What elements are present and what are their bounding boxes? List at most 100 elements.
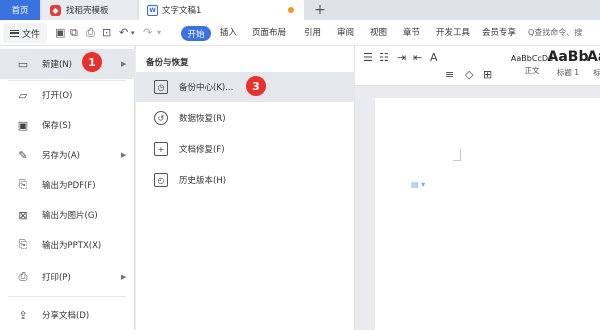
writer-doc-icon: W [147, 4, 158, 16]
print-icon: ⎙ [18, 270, 28, 283]
tab-start[interactable]: 开始 [181, 26, 211, 41]
style-heading-2-sample: Aa [587, 49, 600, 65]
file-menu-item-open[interactable]: ▱ 打开(O) [0, 80, 135, 110]
file-menu-button[interactable]: 文件 [3, 23, 47, 43]
file-menu-item-label: 分享文档(D) [42, 311, 90, 321]
unsaved-dot-icon [288, 7, 294, 13]
indent-icon[interactable]: ⇥ [397, 51, 406, 64]
backup-center-icon: ◷ [154, 80, 168, 94]
file-menu-item-new[interactable]: ▭ 新建(N) ▶ [0, 49, 135, 79]
file-menu-item-label: 输出为PDF(F) [42, 181, 96, 191]
file-menu: ▭ 新建(N) ▶ ▱ 打开(O) ▣ 保存(S) ✎ 另存为(A) ▶ ⎘ 输… [0, 46, 135, 330]
file-menu-item-print[interactable]: ⎙ 打印(P) ▶ [0, 262, 135, 292]
menu-page-layout[interactable]: 页面布局 [252, 26, 286, 40]
file-menu-item-save-as[interactable]: ✎ 另存为(A) ▶ [0, 140, 135, 170]
save-icon[interactable]: ▣ [55, 26, 65, 40]
undo-dropdown-icon[interactable]: ▾ [131, 26, 135, 40]
undo-icon[interactable]: ↶ [119, 26, 128, 40]
share-icon: ⇪ [18, 308, 28, 322]
docer-logo-icon: ◆ [50, 4, 61, 16]
submenu-title: 备份与恢复 [146, 58, 189, 68]
margin-corner-mark [453, 149, 461, 161]
menu-view[interactable]: 视图 [370, 26, 387, 40]
style-heading-1[interactable]: AaBb 标题 1 [543, 49, 593, 83]
border-icon[interactable]: ⊞ [483, 68, 492, 81]
export-icon[interactable]: ⧉ [70, 26, 78, 40]
document-repair-icon: + [154, 142, 168, 156]
submenu-arrow-icon: ▶ [121, 151, 127, 159]
numbered-list-icon[interactable]: ☷ [379, 51, 389, 64]
submenu-arrow-icon: ▶ [121, 273, 127, 281]
paragraph-cursor-icon: ▤ ▾ [411, 180, 426, 189]
tab-document[interactable]: W 文字文稿1 [139, 0, 304, 20]
submenu-item-label: 文档修复(F) [179, 145, 225, 155]
menu-member[interactable]: 会员专享 [482, 26, 516, 40]
more-dropdown-icon[interactable]: ▾ [157, 26, 161, 40]
file-menu-item-label: 输出为PPTX(X) [42, 241, 102, 251]
command-search[interactable]: Q查找命令、搜 [528, 26, 582, 40]
submenu-item-document-repair[interactable]: + 文档修复(F) [136, 134, 355, 164]
file-menu-item-label: 打印(P) [42, 273, 71, 283]
new-tab-button[interactable]: + [310, 0, 330, 20]
style-heading-1-sample: AaBb [547, 49, 589, 65]
image-icon: ⊠ [18, 208, 28, 222]
new-icon: ▭ [17, 57, 29, 71]
file-menu-item-label: 另存为(A) [42, 151, 80, 161]
file-menu-item-label: 新建(N) [42, 60, 72, 70]
tab-template-label: 找稻壳模板 [66, 6, 109, 16]
tab-template[interactable]: ◆ 找稻壳模板 [42, 0, 137, 20]
file-menu-item-share[interactable]: ⇪ 分享文档(D) [0, 300, 135, 330]
folder-icon: ▱ [18, 88, 28, 102]
menu-developer[interactable]: 开发工具 [436, 26, 470, 40]
hamburger-icon [9, 29, 19, 37]
tab-home[interactable]: 首页 [0, 0, 40, 20]
save-icon: ▣ [17, 118, 29, 132]
redo-icon[interactable]: ↷ [143, 26, 152, 40]
submenu-item-label: 数据恢复(R) [179, 114, 226, 124]
menu-divider [8, 296, 126, 297]
tab-bar: 首页 ◆ 找稻壳模板 W 文字文稿1 + [0, 0, 600, 20]
step-3-callout: 3 [246, 76, 266, 96]
file-menu-item-export-image[interactable]: ⊠ 输出为图片(G) [0, 200, 135, 230]
pdf-icon: ⎘ [18, 178, 28, 191]
outdent-icon[interactable]: ⇤ [413, 51, 422, 64]
style-heading-2[interactable]: Aa 标 [587, 49, 600, 83]
tab-document-label: 文字文稿1 [162, 6, 202, 16]
history-version-icon: ◴ [154, 173, 168, 187]
submenu-item-label: 备份中心(K)... [179, 83, 234, 93]
bullet-list-icon[interactable]: ☰ [363, 51, 373, 64]
submenu-item-data-recovery[interactable]: ↺ 数据恢复(R) [136, 103, 355, 133]
new-tab-plus-icon: + [314, 2, 326, 18]
style-heading-2-label: 标 [593, 68, 600, 77]
file-menu-item-export-pdf[interactable]: ⎘ 输出为PDF(F) [0, 170, 135, 200]
menu-insert[interactable]: 插入 [220, 26, 237, 40]
data-recovery-icon: ↺ [154, 111, 168, 125]
document-page[interactable]: ▤ ▾ [375, 98, 600, 330]
style-heading-1-label: 标题 1 [556, 68, 580, 77]
tab-home-label: 首页 [11, 6, 29, 16]
formatting-toolbar: ☰ ☷ ⇥ ⇤ A ≡ ◇ ⊞ AaBbCcDd 正文 AaBb 标题 1 Aa… [355, 46, 600, 86]
file-menu-item-label: 输出为图片(G) [42, 211, 98, 221]
submenu-item-label: 历史版本(H) [179, 176, 227, 186]
font-direction-icon[interactable]: A [430, 51, 438, 64]
menu-references[interactable]: 引用 [304, 26, 321, 40]
pptx-icon: ⎘ [18, 238, 28, 251]
ribbon-menu-row: 文件 ▣ ⧉ ⎙ ⊡ ↶ ▾ ↷ ▾ 开始 插入 页面布局 引用 审阅 视图 章… [0, 20, 600, 46]
file-menu-item-export-pptx[interactable]: ⎘ 输出为PPTX(X) [0, 230, 135, 260]
fill-color-icon[interactable]: ◇ [465, 68, 473, 81]
align-icon[interactable]: ≡ [445, 68, 454, 81]
menu-review[interactable]: 审阅 [337, 26, 354, 40]
submenu-item-history-version[interactable]: ◴ 历史版本(H) [136, 165, 355, 195]
print-icon[interactable]: ⎙ [86, 26, 95, 40]
menu-chapter[interactable]: 章节 [403, 26, 420, 40]
step-1-callout: 1 [82, 52, 102, 72]
tab-start-label: 开始 [187, 29, 205, 40]
file-menu-label: 文件 [21, 29, 40, 40]
preview-icon[interactable]: ⊡ [102, 26, 111, 40]
file-menu-item-label: 打开(O) [42, 91, 73, 101]
document-canvas: ▤ ▾ [355, 86, 600, 330]
file-menu-item-save[interactable]: ▣ 保存(S) [0, 110, 135, 140]
submenu-arrow-icon: ▶ [121, 60, 127, 68]
file-menu-item-label: 保存(S) [42, 121, 72, 131]
save-as-icon: ✎ [18, 148, 28, 162]
